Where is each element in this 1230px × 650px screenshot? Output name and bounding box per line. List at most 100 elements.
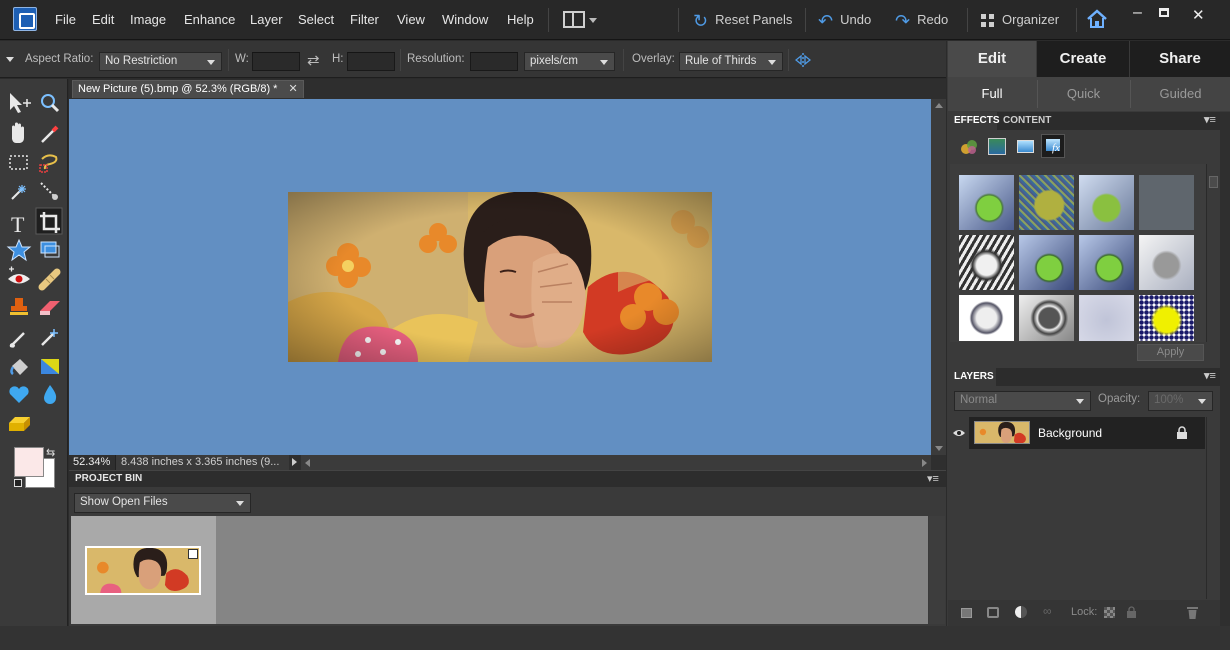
tab-quick[interactable]: Quick xyxy=(1037,80,1129,108)
magic-wand-icon[interactable] xyxy=(11,185,26,200)
menu-window[interactable]: Window xyxy=(442,0,488,40)
aspect-ratio-select[interactable]: No Restriction xyxy=(99,52,222,71)
add-mask-icon[interactable] xyxy=(987,607,999,618)
minimize-icon[interactable]: – xyxy=(1133,4,1142,22)
resolution-unit-select[interactable]: pixels/cm xyxy=(524,52,615,71)
swap-colors-icon[interactable]: ⇆ xyxy=(46,446,55,459)
workspace-layout-icon[interactable] xyxy=(563,11,585,28)
height-input[interactable] xyxy=(347,52,395,71)
opacity-input[interactable]: 100% xyxy=(1148,391,1213,411)
effect-thumbnail[interactable] xyxy=(1079,175,1134,230)
link-layers-icon[interactable]: ∞ xyxy=(1043,604,1052,618)
lock-all-icon[interactable] xyxy=(1126,606,1137,618)
foreground-color-swatch[interactable] xyxy=(14,447,44,477)
tool-preset-chevron-icon[interactable] xyxy=(6,57,14,62)
tab-edit[interactable]: Edit xyxy=(948,41,1036,77)
width-input[interactable] xyxy=(252,52,300,71)
filters-category-icon[interactable] xyxy=(960,139,978,155)
quick-selection-icon[interactable] xyxy=(40,182,58,200)
menu-select[interactable]: Select xyxy=(298,0,334,40)
sponge-tool-icon[interactable] xyxy=(9,417,30,431)
tab-effects[interactable]: EFFECTS xyxy=(948,112,1000,130)
layer-row[interactable]: Background xyxy=(948,417,1205,449)
maximize-icon[interactable] xyxy=(1159,8,1169,17)
spot-healing-brush-icon[interactable] xyxy=(38,268,61,291)
canvas-horizontal-scrollbar[interactable] xyxy=(301,455,931,470)
delete-layer-icon[interactable] xyxy=(1187,606,1198,619)
lasso-tool-icon[interactable] xyxy=(39,154,58,173)
overlay-select[interactable]: Rule of Thirds xyxy=(679,52,783,71)
effect-thumbnail[interactable] xyxy=(1079,295,1134,341)
menu-layer[interactable]: Layer xyxy=(250,0,283,40)
new-layer-icon[interactable] xyxy=(961,608,972,618)
canvas-vertical-scrollbar[interactable] xyxy=(931,99,946,455)
smart-brush-icon[interactable] xyxy=(41,329,58,346)
eye-visibility-icon[interactable] xyxy=(952,427,966,437)
lock-transparency-icon[interactable] xyxy=(1104,607,1115,618)
photo-effects-category-icon[interactable] xyxy=(1017,140,1034,153)
type-tool-icon[interactable]: T xyxy=(11,212,25,237)
open-file-thumbnail[interactable] xyxy=(85,546,201,595)
effect-thumbnail[interactable] xyxy=(1139,175,1194,230)
paint-bucket-icon[interactable] xyxy=(10,359,29,376)
styles-category-icon[interactable] xyxy=(988,138,1006,155)
brush-tool-icon[interactable] xyxy=(9,332,25,348)
effect-thumbnail[interactable] xyxy=(1079,235,1134,290)
effects-scrollbar[interactable] xyxy=(1206,164,1220,342)
effect-thumbnail[interactable] xyxy=(1019,295,1074,341)
close-tab-icon[interactable]: ✕ xyxy=(289,81,298,98)
swap-dimensions-icon[interactable]: ⇄ xyxy=(307,51,320,69)
layers-scrollbar[interactable] xyxy=(1206,417,1220,599)
effect-thumbnail[interactable] xyxy=(1139,295,1194,341)
zoom-tool-icon[interactable] xyxy=(41,94,60,113)
panel-menu-icon[interactable]: ▾≡ xyxy=(927,472,939,485)
hand-tool-icon[interactable] xyxy=(12,122,24,144)
apply-button[interactable]: Apply xyxy=(1137,344,1204,361)
custom-shape-icon[interactable] xyxy=(6,238,32,262)
effect-thumbnail[interactable] xyxy=(1019,235,1074,290)
tab-create[interactable]: Create xyxy=(1037,41,1129,77)
blur-tool-icon[interactable] xyxy=(44,385,57,404)
document-image[interactable] xyxy=(288,192,712,362)
default-colors-icon[interactable] xyxy=(14,479,22,487)
panel-menu-icon[interactable]: ▾≡ xyxy=(1204,113,1216,126)
fx-category-icon[interactable]: fx xyxy=(1041,134,1065,158)
flip-crop-icon[interactable] xyxy=(794,52,812,68)
project-bin-scrollbar[interactable] xyxy=(929,516,945,624)
crop-tool-icon[interactable] xyxy=(35,207,63,235)
tab-full[interactable]: Full xyxy=(948,80,1036,108)
menu-edit[interactable]: Edit xyxy=(92,0,114,40)
cookie-cutter-icon[interactable] xyxy=(9,386,29,403)
app-logo-icon[interactable] xyxy=(13,7,37,31)
chevron-down-icon[interactable] xyxy=(589,18,597,23)
clone-stamp-icon[interactable] xyxy=(10,298,28,315)
home-icon[interactable] xyxy=(1086,8,1108,30)
eraser-tool-icon[interactable] xyxy=(40,301,60,315)
effect-thumbnail[interactable] xyxy=(1019,175,1074,230)
organizer-button[interactable]: Organizer xyxy=(981,0,1059,40)
menu-file[interactable]: File xyxy=(55,0,76,40)
red-eye-tool-icon[interactable] xyxy=(8,266,30,284)
menu-view[interactable]: View xyxy=(397,0,425,40)
menu-filter[interactable]: Filter xyxy=(350,0,379,40)
close-icon[interactable]: ✕ xyxy=(1192,6,1205,24)
redo-button[interactable]: ↷ Redo xyxy=(895,0,948,40)
panel-menu-icon[interactable]: ▾≡ xyxy=(1204,369,1216,382)
menu-enhance[interactable]: Enhance xyxy=(184,0,235,40)
zoom-level[interactable]: 52.34% xyxy=(73,455,110,470)
recompose-tool-icon[interactable] xyxy=(40,241,60,258)
blend-mode-select[interactable]: Normal xyxy=(954,391,1091,411)
undo-button[interactable]: ↶ Undo xyxy=(818,0,871,40)
show-open-files-select[interactable]: Show Open Files xyxy=(74,493,251,513)
menu-image[interactable]: Image xyxy=(130,0,166,40)
reset-panels-button[interactable]: ↻ Reset Panels xyxy=(693,0,792,40)
tab-content[interactable]: CONTENT xyxy=(1003,112,1051,130)
status-menu-arrow-icon[interactable] xyxy=(292,458,297,466)
tab-guided[interactable]: Guided xyxy=(1130,80,1230,108)
document-tab[interactable]: New Picture (5).bmp @ 52.3% (RGB/8) * ✕ xyxy=(72,80,304,98)
effect-thumbnail[interactable] xyxy=(959,295,1014,341)
effect-thumbnail[interactable] xyxy=(1139,235,1194,290)
gradient-tool-icon[interactable] xyxy=(41,359,59,374)
tab-share[interactable]: Share xyxy=(1130,41,1230,77)
adjustment-layer-icon[interactable] xyxy=(1015,606,1027,618)
